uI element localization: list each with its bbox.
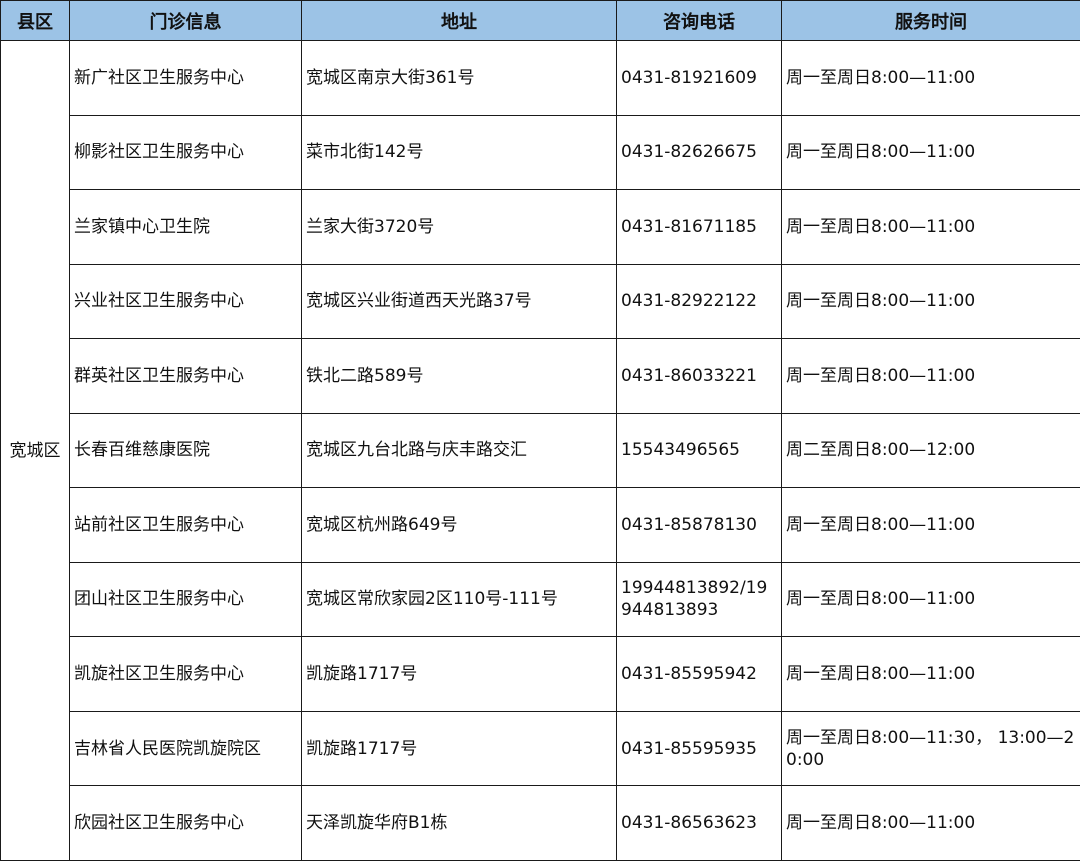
table-row: 凯旋社区卫生服务中心 凯旋路1717号 0431-85595942 周一至周日8… [1,636,1080,712]
phone-cell: 15543496565 [616,412,782,489]
clinic-table: 县区 门诊信息 地址 咨询电话 服务时间 宽城区 新广社区卫生服务中心 宽城区南… [0,0,1080,861]
phone-cell: 0431-85595935 [616,710,782,787]
table-row: 吉林省人民医院凯旋院区 凯旋路1717号 0431-85595935 周一至周日… [1,710,1080,787]
address-cell: 宽城区兴业街道西天光路37号 [301,263,617,340]
address-cell: 凯旋路1717号 [301,710,617,787]
phone-cell: 0431-82626675 [616,114,782,191]
address-cell: 天泽凯旋华府B1栋 [301,785,617,861]
clinic-name-cell: 兴业社区卫生服务中心 [69,263,302,340]
phone-cell: 0431-81671185 [616,189,782,265]
address-cell: 兰家大街3720号 [301,189,617,265]
phone-cell: 0431-86033221 [616,338,782,414]
table-row: 兰家镇中心卫生院 兰家大街3720号 0431-81671185 周一至周日8:… [1,189,1080,265]
header-address: 地址 [301,0,617,41]
clinic-name-cell: 站前社区卫生服务中心 [69,487,302,563]
hours-cell: 周一至周日8:00—11:00 [781,189,1080,265]
clinic-name-cell: 兰家镇中心卫生院 [69,189,302,265]
phone-cell: 0431-85878130 [616,487,782,563]
table-row: 兴业社区卫生服务中心 宽城区兴业街道西天光路37号 0431-82922122 … [1,263,1080,340]
clinic-name-cell: 凯旋社区卫生服务中心 [69,636,302,712]
hours-cell: 周一至周日8:00—11:00 [781,40,1080,116]
hours-cell: 周一至周日8:00—11:00 [781,487,1080,563]
phone-cell: 19944813892/19944813893 [616,561,782,638]
clinic-name-cell: 长春百维慈康医院 [69,412,302,489]
address-cell: 宽城区南京大街361号 [301,40,617,116]
phone-cell: 0431-82922122 [616,263,782,340]
address-cell: 凯旋路1717号 [301,636,617,712]
header-district: 县区 [0,0,70,41]
table-row: 长春百维慈康医院 宽城区九台北路与庆丰路交汇 15543496565 周二至周日… [1,412,1080,489]
header-clinic-info: 门诊信息 [69,0,302,41]
header-hours: 服务时间 [781,0,1080,41]
address-cell: 宽城区九台北路与庆丰路交汇 [301,412,617,489]
table-row: 欣园社区卫生服务中心 天泽凯旋华府B1栋 0431-86563623 周一至周日… [1,785,1080,861]
phone-cell: 0431-86563623 [616,785,782,861]
hours-cell: 周一至周日8:00—11:00 [781,263,1080,340]
clinic-name-cell: 新广社区卫生服务中心 [69,40,302,116]
hours-cell: 周一至周日8:00—11:30， 13:00—20:00 [781,710,1080,787]
address-cell: 铁北二路589号 [301,338,617,414]
table-row: 柳影社区卫生服务中心 菜市北街142号 0431-82626675 周一至周日8… [1,114,1080,191]
table-row: 站前社区卫生服务中心 宽城区杭州路649号 0431-85878130 周一至周… [1,487,1080,563]
hours-cell: 周一至周日8:00—11:00 [781,785,1080,861]
hours-cell: 周一至周日8:00—11:00 [781,561,1080,638]
phone-cell: 0431-85595942 [616,636,782,712]
hours-cell: 周一至周日8:00—11:00 [781,338,1080,414]
header-row: 县区 门诊信息 地址 咨询电话 服务时间 [0,0,1080,41]
header-phone: 咨询电话 [616,0,782,41]
clinic-name-cell: 柳影社区卫生服务中心 [69,114,302,191]
hours-cell: 周一至周日8:00—11:00 [781,636,1080,712]
clinic-name-cell: 团山社区卫生服务中心 [69,561,302,638]
hours-cell: 周二至周日8:00—12:00 [781,412,1080,489]
address-cell: 宽城区常欣家园2区110号-111号 [301,561,617,638]
address-cell: 菜市北街142号 [301,114,617,191]
table-row: 宽城区 新广社区卫生服务中心 宽城区南京大街361号 0431-81921609… [0,40,1080,861]
table-row: 团山社区卫生服务中心 宽城区常欣家园2区110号-111号 1994481389… [1,561,1080,638]
hours-cell: 周一至周日8:00—11:00 [781,114,1080,191]
district-cell: 宽城区 [0,40,70,861]
clinic-name-cell: 欣园社区卫生服务中心 [69,785,302,861]
table-row: 群英社区卫生服务中心 铁北二路589号 0431-86033221 周一至周日8… [1,338,1080,414]
address-cell: 宽城区杭州路649号 [301,487,617,563]
phone-cell: 0431-81921609 [616,40,782,116]
clinic-name-cell: 群英社区卫生服务中心 [69,338,302,414]
clinic-name-cell: 吉林省人民医院凯旋院区 [69,710,302,787]
